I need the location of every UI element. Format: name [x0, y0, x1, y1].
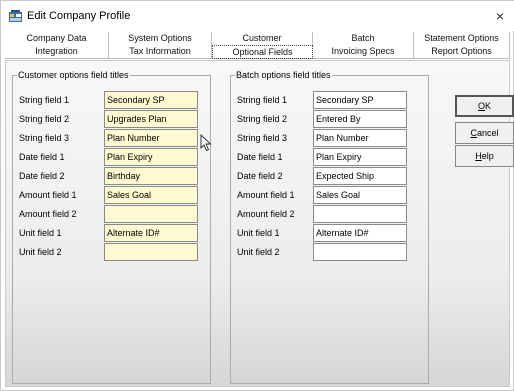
tab-statement-options[interactable]: Statement Options: [414, 32, 510, 46]
field-label: Date field 2: [19, 171, 65, 181]
batch-field-row: String field 1 Secondary SP: [231, 91, 428, 109]
field-label: Amount field 1: [237, 190, 295, 200]
field-label: Unit field 1: [237, 228, 280, 238]
cancel-label-rest: ancel: [476, 128, 499, 138]
field-label: Amount field 1: [19, 190, 77, 200]
tab-customer[interactable]: Customer: [212, 32, 313, 46]
customer-amount-field-2-input[interactable]: [104, 205, 198, 223]
customer-group-title: Customer options field titles: [17, 70, 130, 81]
batch-unit-field-1-input[interactable]: Alternate ID#: [313, 224, 407, 242]
help-label-rest: elp: [481, 151, 494, 161]
close-icon: ×: [495, 8, 505, 24]
window-title: Edit Company Profile: [27, 10, 131, 22]
field-label: Amount field 2: [19, 209, 77, 219]
batch-field-row: String field 3 Plan Number: [231, 129, 428, 147]
edit-company-profile-dialog: Edit Company Profile × Company Data Syst…: [0, 0, 514, 391]
batch-string-field-1-input[interactable]: Secondary SP: [313, 91, 407, 109]
field-label: String field 2: [19, 114, 70, 124]
batch-field-row: Amount field 1 Sales Goal: [231, 186, 428, 204]
customer-unit-field-1-input[interactable]: Alternate ID#: [104, 224, 198, 242]
field-label: Date field 1: [19, 152, 65, 162]
customer-string-field-3-input[interactable]: Plan Number: [104, 129, 198, 147]
field-label: Unit field 2: [237, 247, 280, 257]
tab-batch[interactable]: Batch: [313, 32, 414, 46]
tab-row-1: Company Data System Options Customer Bat…: [5, 32, 510, 46]
field-label: Date field 1: [237, 152, 283, 162]
customer-field-row: Unit field 1 Alternate ID#: [13, 224, 210, 242]
field-label: Unit field 1: [19, 228, 62, 238]
tab-optional-fields[interactable]: Optional Fields: [212, 45, 313, 59]
tab-company-data[interactable]: Company Data: [5, 32, 109, 46]
batch-field-row: Date field 2 Expected Ship: [231, 167, 428, 185]
batch-amount-field-1-input[interactable]: Sales Goal: [313, 186, 407, 204]
field-label: Date field 2: [237, 171, 283, 181]
batch-field-row: Unit field 2: [231, 243, 428, 261]
customer-date-field-1-input[interactable]: Plan Expiry: [104, 148, 198, 166]
customer-field-row: String field 1 Secondary SP: [13, 91, 210, 109]
customer-field-row: Amount field 2: [13, 205, 210, 223]
tab-report-options[interactable]: Report Options: [414, 45, 510, 59]
batch-field-row: Date field 1 Plan Expiry: [231, 148, 428, 166]
tab-tax-information[interactable]: Tax Information: [109, 45, 212, 59]
help-button[interactable]: Help: [455, 145, 514, 167]
title-bar[interactable]: Edit Company Profile ×: [1, 1, 514, 31]
close-button[interactable]: ×: [485, 1, 514, 31]
field-label: Unit field 2: [19, 247, 62, 257]
batch-group-title: Batch options field titles: [235, 70, 332, 81]
tab-system-options[interactable]: System Options: [109, 32, 212, 46]
customer-amount-field-1-input[interactable]: Sales Goal: [104, 186, 198, 204]
tab-integration[interactable]: Integration: [5, 45, 109, 59]
ok-mnemonic: O: [477, 101, 485, 111]
batch-amount-field-2-input[interactable]: [313, 205, 407, 223]
field-label: String field 1: [237, 95, 288, 105]
customer-options-group: Customer options field titles String fie…: [12, 70, 211, 384]
customer-field-row: Unit field 2: [13, 243, 210, 261]
customer-field-row: String field 3 Plan Number: [13, 129, 210, 147]
customer-string-field-1-input[interactable]: Secondary SP: [104, 91, 198, 109]
field-label: String field 1: [19, 95, 70, 105]
customer-field-row: String field 2 Upgrades Plan: [13, 110, 210, 128]
batch-options-group: Batch options field titles String field …: [230, 70, 429, 384]
customer-date-field-2-input[interactable]: Birthday: [104, 167, 198, 185]
cancel-button[interactable]: Cancel: [455, 122, 514, 144]
batch-string-field-2-input[interactable]: Entered By: [313, 110, 407, 128]
customer-unit-field-2-input[interactable]: [104, 243, 198, 261]
ok-label-rest: K: [485, 101, 492, 111]
batch-date-field-2-input[interactable]: Expected Ship: [313, 167, 407, 185]
batch-field-row: String field 2 Entered By: [231, 110, 428, 128]
batch-field-row: Unit field 1 Alternate ID#: [231, 224, 428, 242]
field-label: String field 3: [237, 133, 288, 143]
customer-field-row: Amount field 1 Sales Goal: [13, 186, 210, 204]
tab-content-panel: Customer options field titles String fie…: [5, 60, 514, 387]
app-icon: [9, 10, 22, 22]
batch-string-field-3-input[interactable]: Plan Number: [313, 129, 407, 147]
mouse-pointer-icon: [200, 134, 212, 152]
customer-field-row: Date field 2 Birthday: [13, 167, 210, 185]
ok-button[interactable]: OK: [455, 95, 514, 117]
field-label: Amount field 2: [237, 209, 295, 219]
batch-field-row: Amount field 2: [231, 205, 428, 223]
customer-string-field-2-input[interactable]: Upgrades Plan: [104, 110, 198, 128]
field-label: String field 3: [19, 133, 70, 143]
customer-field-row: Date field 1 Plan Expiry: [13, 148, 210, 166]
field-label: String field 2: [237, 114, 288, 124]
batch-unit-field-2-input[interactable]: [313, 243, 407, 261]
batch-date-field-1-input[interactable]: Plan Expiry: [313, 148, 407, 166]
tab-invoicing-specs[interactable]: Invoicing Specs: [313, 45, 414, 59]
tab-row-2: Integration Tax Information Optional Fie…: [5, 45, 510, 59]
